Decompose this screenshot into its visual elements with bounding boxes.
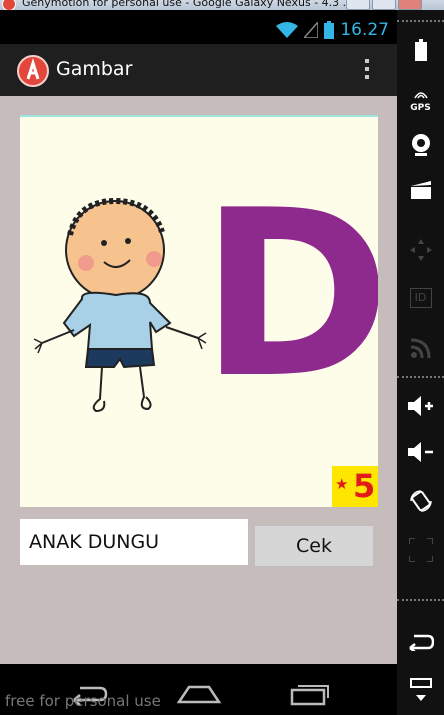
window-title: Genymotion for personal use - Google Gal… xyxy=(22,0,354,9)
navigation-bar: free for personal use xyxy=(0,664,397,715)
maximize-window-button[interactable] xyxy=(372,0,396,10)
rotate-icon[interactable] xyxy=(397,481,444,521)
volume-down-icon[interactable] xyxy=(397,432,444,472)
watermark-text: free for personal use xyxy=(5,692,161,710)
wifi-icon xyxy=(276,22,299,38)
app-title: Gambar xyxy=(56,58,133,80)
letter-picture-card: D ★ 5 xyxy=(20,115,378,507)
app-logo-icon[interactable] xyxy=(17,55,49,87)
gps-label: GPS xyxy=(410,102,431,113)
id-icon[interactable]: ID xyxy=(397,278,444,318)
letter-d: D xyxy=(200,162,378,429)
badge-number: 5 xyxy=(353,467,376,505)
close-window-button[interactable] xyxy=(398,0,422,10)
main-content: D ★ 5 Cek xyxy=(0,96,397,664)
window-title-bar: Genymotion for personal use - Google Gal… xyxy=(0,0,444,10)
menu-icon[interactable] xyxy=(397,670,444,710)
minimize-window-button[interactable] xyxy=(346,0,370,10)
cek-button[interactable]: Cek xyxy=(254,525,374,567)
gps-icon[interactable]: GPS xyxy=(397,78,444,118)
id-label: ID xyxy=(409,288,432,308)
scale-icon[interactable] xyxy=(397,530,444,570)
genymotion-logo-icon xyxy=(2,0,16,10)
battery-icon[interactable] xyxy=(397,30,444,70)
home-icon[interactable] xyxy=(177,684,221,704)
recent-apps-icon[interactable] xyxy=(288,682,330,706)
emulator-toolbar: GPS ID xyxy=(397,10,444,715)
rss-icon[interactable] xyxy=(397,328,444,368)
status-bar: 16.27 xyxy=(0,10,397,44)
back-icon[interactable] xyxy=(397,622,444,662)
volume-up-icon[interactable] xyxy=(397,386,444,426)
video-icon[interactable] xyxy=(397,170,444,210)
overflow-menu-icon[interactable] xyxy=(363,59,371,83)
answer-input[interactable] xyxy=(20,519,248,565)
camera-icon[interactable] xyxy=(397,125,444,165)
star-icon: ★ xyxy=(335,475,349,493)
status-clock: 16.27 xyxy=(340,20,389,40)
score-badge: ★ 5 xyxy=(332,466,378,507)
action-bar: Gambar xyxy=(0,44,397,96)
signal-icon xyxy=(304,22,319,38)
dpad-icon[interactable] xyxy=(397,230,444,270)
battery-icon xyxy=(324,21,335,39)
